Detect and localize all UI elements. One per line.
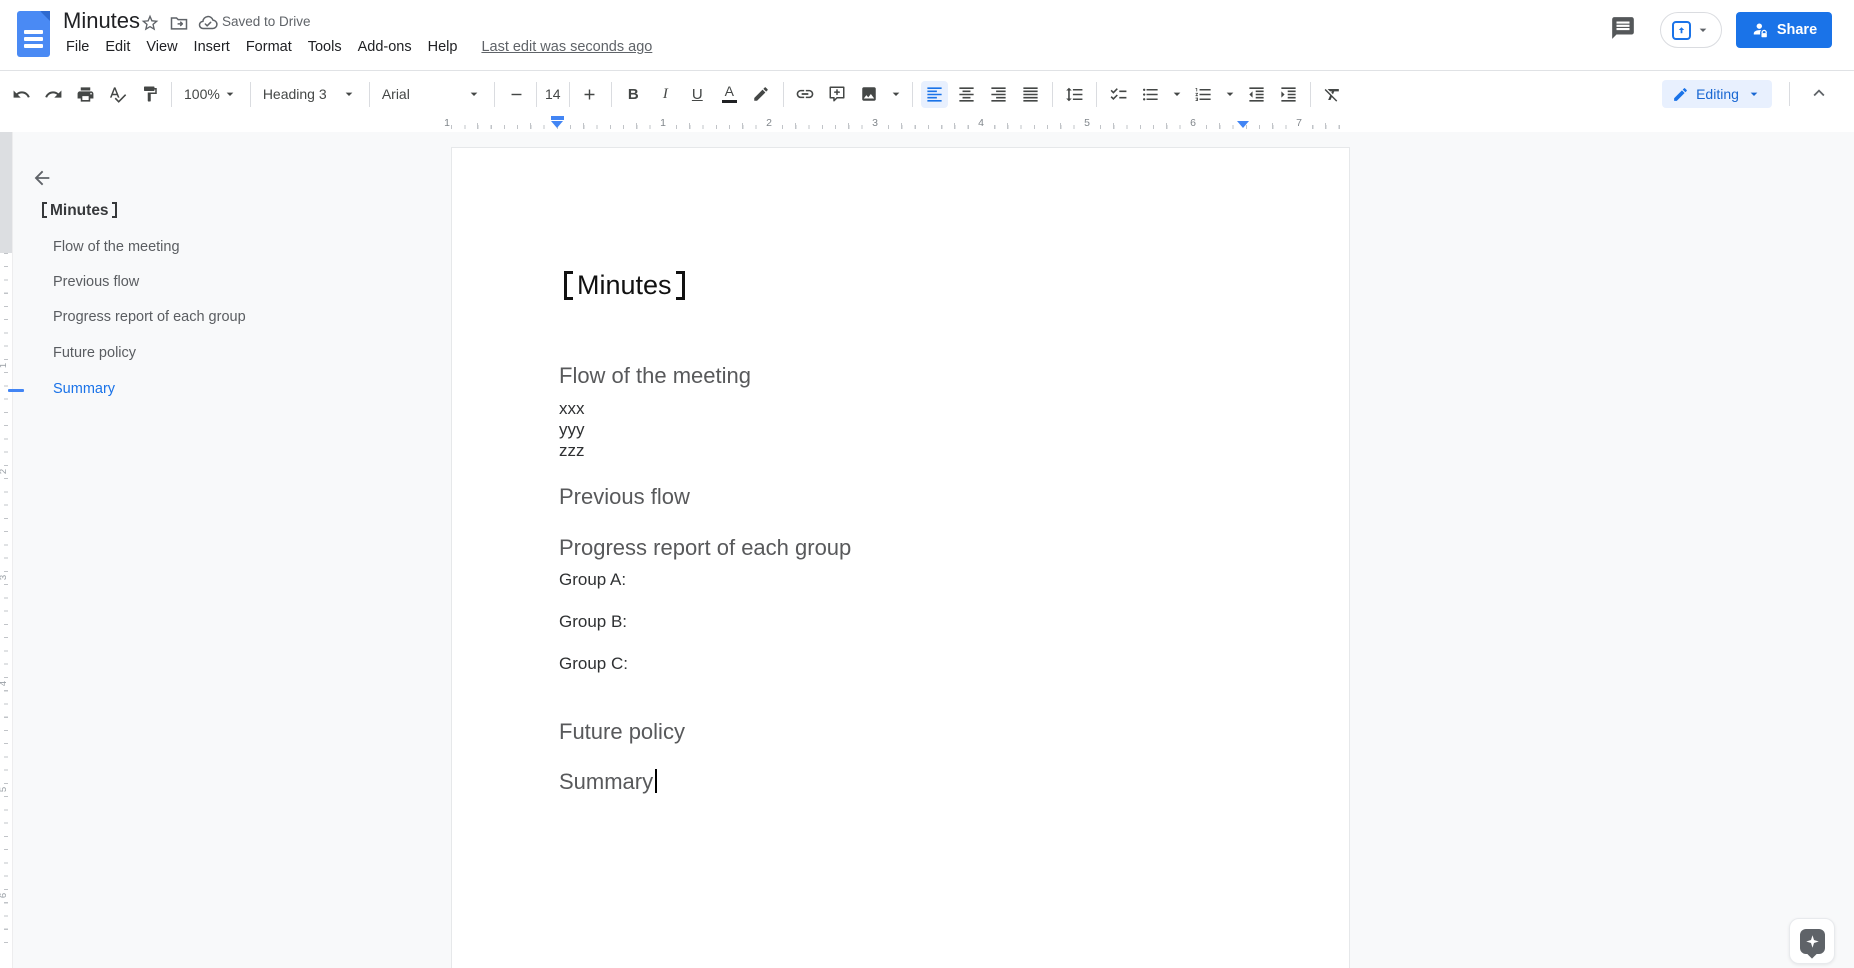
doc-heading[interactable]: Flow of the meeting bbox=[559, 363, 751, 389]
document-page[interactable]: Minutes Flow of the meeting xxx yyy zzz … bbox=[451, 147, 1350, 968]
explore-button[interactable] bbox=[1789, 918, 1835, 964]
chevron-down-icon bbox=[226, 92, 234, 96]
document-title[interactable]: Minutes bbox=[63, 8, 140, 34]
align-justify-button[interactable] bbox=[1017, 81, 1044, 108]
header: Minutes Saved to Drive File Edit View In… bbox=[0, 0, 1854, 70]
numbered-list-button[interactable] bbox=[1190, 81, 1217, 108]
logo-fold bbox=[40, 11, 50, 21]
numbered-list-dropdown-icon[interactable] bbox=[1222, 81, 1238, 108]
align-left-button[interactable] bbox=[920, 80, 948, 108]
highlight-color-button[interactable] bbox=[748, 81, 775, 108]
doc-paragraph[interactable]: Group B: bbox=[559, 611, 627, 632]
increase-font-size-button[interactable] bbox=[576, 81, 603, 108]
lenticular-bracket-left bbox=[564, 271, 573, 300]
present-icon bbox=[1671, 20, 1691, 40]
share-button[interactable]: Share bbox=[1736, 12, 1832, 48]
mode-label: Editing bbox=[1696, 86, 1739, 102]
insert-image-dropdown-icon[interactable] bbox=[888, 81, 904, 108]
doc-paragraph[interactable]: Group A: bbox=[559, 569, 626, 590]
insert-link-button[interactable] bbox=[792, 81, 819, 108]
increase-indent-button[interactable] bbox=[1275, 81, 1302, 108]
bulleted-list-button[interactable] bbox=[1137, 81, 1164, 108]
decrease-font-size-button[interactable] bbox=[503, 81, 530, 108]
add-comment-button[interactable] bbox=[824, 81, 851, 108]
saved-status[interactable]: Saved to Drive bbox=[222, 14, 311, 29]
outline-item-flow[interactable]: Flow of the meeting bbox=[53, 239, 180, 261]
saved-cloud-icon[interactable] bbox=[197, 12, 219, 34]
outline-title[interactable]: Minutes bbox=[42, 202, 117, 220]
spellcheck-button[interactable] bbox=[104, 81, 131, 108]
line-spacing-button[interactable] bbox=[1061, 81, 1088, 108]
outline-active-indicator bbox=[8, 389, 24, 392]
doc-heading[interactable]: Progress report of each group bbox=[559, 535, 851, 561]
person-lock-icon bbox=[1753, 22, 1767, 37]
pencil-icon bbox=[1674, 87, 1687, 101]
horizontal-ruler: 1 1 2 3 4 5 6 7 bbox=[0, 116, 1854, 132]
last-edit-link[interactable]: Last edit was seconds ago bbox=[481, 39, 652, 55]
chevron-down-icon bbox=[1750, 92, 1758, 96]
doc-paragraph[interactable]: xxx yyy zzz bbox=[559, 398, 585, 461]
outline-item-future[interactable]: Future policy bbox=[53, 345, 136, 367]
google-docs-app: Minutes Saved to Drive File Edit View In… bbox=[0, 0, 1854, 968]
redo-button[interactable] bbox=[40, 81, 67, 108]
italic-button[interactable]: I bbox=[652, 81, 679, 108]
paragraph-style-select[interactable]: Heading 3 bbox=[259, 84, 361, 104]
paint-format-button[interactable] bbox=[136, 81, 163, 108]
menu-addons[interactable]: Add-ons bbox=[350, 37, 420, 57]
docs-logo-icon[interactable] bbox=[17, 11, 50, 57]
bulleted-list-dropdown-icon[interactable] bbox=[1169, 81, 1185, 108]
outline-item-progress[interactable]: Progress report of each group bbox=[53, 309, 246, 331]
zoom-select[interactable]: 100% bbox=[180, 84, 242, 104]
present-button[interactable] bbox=[1660, 12, 1722, 48]
move-folder-icon[interactable] bbox=[168, 12, 190, 34]
chevron-down-icon bbox=[470, 92, 478, 96]
text-color-button[interactable]: A bbox=[716, 81, 743, 108]
editor-canvas: 1 2 3 4 5 6 Minutes Flow of the meeting … bbox=[0, 132, 1854, 968]
underline-button[interactable]: U bbox=[684, 81, 711, 108]
outline-item-previous[interactable]: Previous flow bbox=[53, 274, 139, 296]
menu-tools[interactable]: Tools bbox=[300, 37, 350, 57]
menu-view[interactable]: View bbox=[138, 37, 185, 57]
doc-heading[interactable]: Summary bbox=[559, 769, 658, 795]
chevron-down-icon bbox=[345, 92, 353, 96]
menu-file[interactable]: File bbox=[58, 37, 97, 57]
arrow-back-icon bbox=[34, 170, 50, 186]
vertical-ruler: 1 2 3 4 5 6 bbox=[0, 132, 13, 968]
menu-help[interactable]: Help bbox=[420, 37, 466, 57]
bold-button[interactable]: B bbox=[620, 81, 647, 108]
menu-format[interactable]: Format bbox=[238, 37, 300, 57]
menu-bar: File Edit View Insert Format Tools Add-o… bbox=[58, 37, 652, 57]
open-comments-button[interactable] bbox=[1610, 15, 1636, 41]
lenticular-bracket-right bbox=[675, 271, 685, 300]
doc-heading[interactable]: Future policy bbox=[559, 719, 685, 745]
present-dropdown-icon[interactable] bbox=[1695, 22, 1711, 38]
insert-image-button[interactable] bbox=[856, 81, 883, 108]
undo-button[interactable] bbox=[8, 81, 35, 108]
font-select[interactable]: Arial bbox=[378, 84, 486, 104]
first-line-indent-marker[interactable] bbox=[551, 116, 564, 120]
doc-paragraph[interactable]: Group C: bbox=[559, 653, 628, 674]
checklist-button[interactable] bbox=[1105, 81, 1132, 108]
font-size-field[interactable]: 14 bbox=[535, 81, 570, 107]
left-indent-marker[interactable] bbox=[551, 121, 563, 128]
outline-item-summary[interactable]: Summary bbox=[53, 381, 115, 403]
menu-insert[interactable]: Insert bbox=[186, 37, 238, 57]
close-outline-button[interactable] bbox=[28, 164, 56, 192]
align-right-button[interactable] bbox=[985, 81, 1012, 108]
menu-edit[interactable]: Edit bbox=[97, 37, 138, 57]
decrease-indent-button[interactable] bbox=[1243, 81, 1270, 108]
share-label: Share bbox=[1776, 22, 1818, 38]
explore-icon bbox=[1799, 928, 1825, 954]
clear-formatting-button[interactable] bbox=[1319, 81, 1346, 108]
mode-select[interactable]: Editing bbox=[1662, 80, 1772, 108]
doc-heading[interactable]: Previous flow bbox=[559, 484, 690, 510]
align-center-button[interactable] bbox=[953, 81, 980, 108]
hide-menus-button[interactable] bbox=[1808, 82, 1830, 104]
text-cursor bbox=[655, 769, 658, 793]
toolbar: 100% Heading 3 Arial 14 B I U A Editing bbox=[0, 70, 1854, 116]
doc-title-text[interactable]: Minutes bbox=[564, 270, 685, 301]
print-button[interactable] bbox=[72, 81, 99, 108]
star-icon[interactable] bbox=[139, 12, 161, 34]
right-indent-marker[interactable] bbox=[1237, 121, 1249, 128]
